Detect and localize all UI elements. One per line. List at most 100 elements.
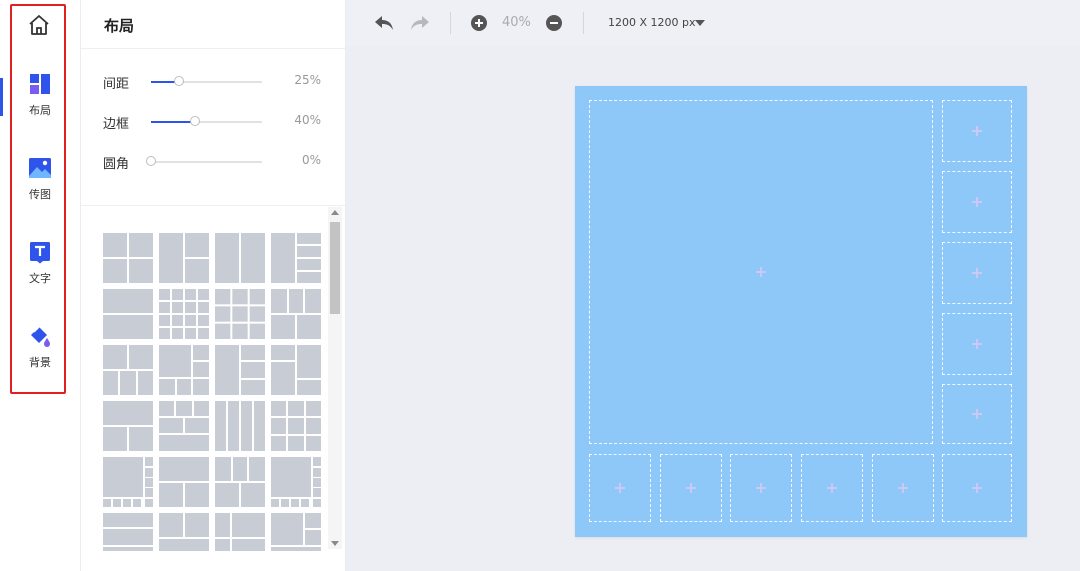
workspace: 40% 1200 X 1200 px [346,0,1080,571]
image-slot[interactable] [589,100,933,444]
spacing-slider-row: 间距 25% [103,73,321,92]
plus-icon [756,267,766,277]
home-button[interactable] [26,12,52,38]
image-slot[interactable] [942,242,1012,304]
zoom-level: 40% [502,15,531,30]
panel-divider [81,48,345,49]
layout-thumbnail-icon [271,401,321,451]
spacing-slider-thumb[interactable] [173,76,184,86]
layout-thumbnail-icon [159,401,209,451]
layout-thumbnail-icon [103,345,153,395]
layout-template-tile[interactable] [159,233,209,283]
layout-template-tile[interactable] [103,233,153,283]
layout-template-tile[interactable] [159,345,209,395]
layout-template-tile[interactable] [215,345,265,395]
layout-template-tile[interactable] [215,457,265,507]
rail-item-text[interactable]: 文字 [12,240,68,296]
layout-template-tile[interactable] [103,401,153,451]
scroll-up-arrow-icon[interactable] [331,210,339,215]
layout-thumbnail-icon [215,513,265,551]
plus-icon [972,409,982,419]
image-slot[interactable] [942,454,1012,522]
layout-template-tile[interactable] [103,289,153,339]
rail-item-upload[interactable]: 传图 [12,156,68,212]
layout-template-tile[interactable] [215,233,265,283]
layout-template-tile[interactable] [215,289,265,339]
image-slot[interactable] [589,454,651,522]
image-slot[interactable] [942,100,1012,162]
radius-label: 圆角 [103,157,130,172]
layout-template-tile[interactable] [271,345,321,395]
border-slider-thumb[interactable] [190,116,201,126]
layout-template-tile[interactable] [271,513,321,551]
layout-template-tile[interactable] [215,513,265,551]
spacing-slider[interactable] [151,76,262,86]
rail-item-layout[interactable]: 布局 [12,72,68,128]
undo-icon [375,16,393,30]
image-slot[interactable] [801,454,863,522]
image-upload-icon [29,158,51,178]
zoom-in-icon [471,15,487,31]
rail-active-indicator [0,78,3,116]
layout-template-tile[interactable] [159,401,209,451]
layout-template-tile[interactable] [159,457,209,507]
layout-template-tile[interactable] [271,457,321,507]
caret-down-icon[interactable] [695,20,705,26]
image-slot[interactable] [660,454,722,522]
layout-template-tile[interactable] [159,289,209,339]
layout-thumbnail-icon [103,289,153,339]
image-slot[interactable] [942,171,1012,233]
layout-thumbnail-icon [271,345,321,395]
border-slider-fill [151,121,196,123]
border-label: 边框 [103,117,130,132]
rail-item-background[interactable]: 背景 [12,324,68,380]
border-slider[interactable] [151,116,262,126]
layout-panel: 布局 间距 25% 边框 40% 圆角 0% [81,0,346,571]
scroll-thumb[interactable] [330,222,340,314]
zoom-out-button[interactable] [542,11,566,35]
image-slot[interactable] [872,454,934,522]
paint-bucket-icon [31,326,50,347]
plus-icon [972,197,982,207]
panel-title: 布局 [104,17,135,35]
scroll-down-arrow-icon[interactable] [331,541,339,546]
layout-template-tile[interactable] [103,345,153,395]
layout-template-tile[interactable] [159,513,209,551]
redo-icon [411,16,429,30]
collage-canvas[interactable] [575,86,1027,537]
layout-template-tile[interactable] [215,401,265,451]
panel-divider [81,205,345,206]
layout-thumbnail-icon [159,457,209,507]
layout-template-tile[interactable] [103,457,153,507]
radius-slider-thumb[interactable] [146,156,156,166]
plus-icon [686,483,696,493]
plus-icon [972,339,982,349]
layout-thumbnail-icon [215,289,265,339]
plus-icon [756,483,766,493]
plus-icon [972,268,982,278]
zoom-in-button[interactable] [467,11,491,35]
layout-thumbnail-icon [271,289,321,339]
layout-template-tile[interactable] [271,401,321,451]
rail-item-label: 文字 [29,272,51,285]
undo-button[interactable] [372,11,396,35]
layout-thumbnail-icon [103,513,153,551]
image-slot[interactable] [942,313,1012,375]
rail-item-label: 传图 [29,188,51,201]
redo-button[interactable] [408,11,432,35]
toolbar-divider [450,12,451,34]
layout-template-tile[interactable] [271,233,321,283]
layout-template-tile[interactable] [103,513,153,551]
spacing-label: 间距 [103,77,130,92]
layout-template-tile[interactable] [271,289,321,339]
image-slot[interactable] [730,454,792,522]
canvas-size-select[interactable]: 1200 X 1200 px [608,16,696,29]
template-scrollbar[interactable] [328,207,342,549]
layout-thumbnail-icon [159,513,209,551]
layout-thumbnail-icon [215,233,265,283]
image-slot[interactable] [942,384,1012,444]
radius-slider[interactable] [146,156,262,166]
left-rail: 布局 传图 文字 背景 [0,0,81,571]
zoom-out-icon [546,15,562,31]
layout-thumbnail-icon [159,345,209,395]
